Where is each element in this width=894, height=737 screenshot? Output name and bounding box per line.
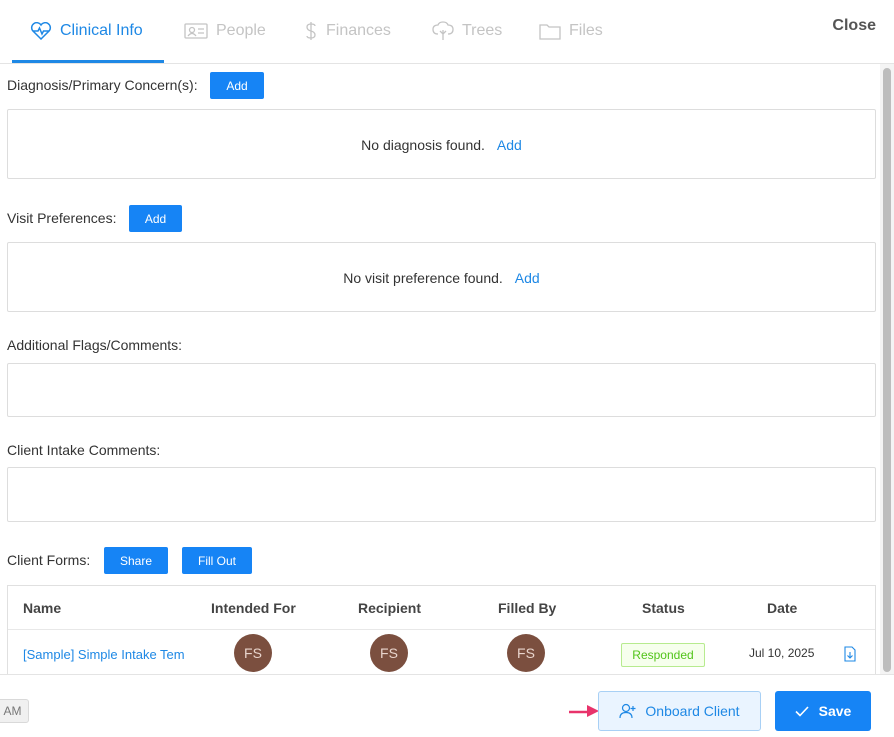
add-visit-preference-button[interactable]: Add [129,205,182,232]
tab-label: Files [569,22,603,39]
avatar-filled-by: FS [507,634,545,672]
heartbeat-icon [30,22,52,40]
column-header-date: Date [767,600,798,616]
tab-label: People [216,22,266,39]
add-diagnosis-link[interactable]: Add [497,137,522,153]
tab-trees[interactable]: Trees [432,0,502,62]
tab-bar: Clinical Info People Finances Trees File… [0,0,894,64]
intake-comments-textarea[interactable] [7,467,876,522]
column-header-intended-for: Intended For [211,600,296,616]
intake-comments-label: Client Intake Comments: [7,442,161,458]
flags-label: Additional Flags/Comments: [7,337,183,353]
tab-clinical-info[interactable]: Clinical Info [30,0,143,62]
diagnosis-empty-message: No diagnosis found. Add [8,137,875,153]
tab-files[interactable]: Files [539,0,603,62]
fill-out-button[interactable]: Fill Out [182,547,252,574]
add-user-icon [619,703,636,719]
avatar-recipient: FS [370,634,408,672]
add-diagnosis-button[interactable]: Add [210,72,264,99]
share-button[interactable]: Share [104,547,168,574]
column-header-name: Name [23,600,62,616]
tree-icon [432,21,454,40]
flags-textarea[interactable] [7,363,876,417]
save-label: Save [818,703,852,719]
empty-text: No visit preference found. [343,270,503,286]
arrow-icon [569,705,599,717]
diagnosis-label: Diagnosis/Primary Concern(s): [7,77,198,93]
client-forms-table: Name Intended For Recipient Filled By St… [7,585,876,675]
table-header-divider [8,629,875,630]
visit-preferences-empty-message: No visit preference found. Add [8,270,875,286]
tab-label: Trees [462,22,503,39]
form-date: Jul 10, 2025 [749,646,815,660]
check-icon [795,705,809,717]
tab-label: Finances [326,22,391,39]
scrollbar-thumb[interactable] [883,68,891,672]
column-header-recipient: Recipient [358,600,422,616]
column-header-filled-by: Filled By [498,600,557,616]
footer-bar: AM Onboard Client Save [0,674,894,737]
download-file-icon[interactable] [844,646,856,662]
visit-preferences-box: No visit preference found. Add [7,242,876,312]
tab-finances[interactable]: Finances [304,0,391,62]
add-visit-preference-link[interactable]: Add [515,270,540,286]
onboard-client-label: Onboard Client [645,703,740,719]
form-name-link[interactable]: [Sample] Simple Intake Template [23,647,185,662]
tab-label: Clinical Info [60,22,143,39]
column-header-status: Status [642,600,685,616]
am-chip: AM [0,699,29,723]
dollar-icon [306,22,316,40]
save-button[interactable]: Save [775,691,871,731]
active-tab-indicator [12,60,164,63]
close-button[interactable]: Close [832,17,876,35]
client-forms-label: Client Forms: [7,552,91,568]
visit-preferences-label: Visit Preferences: [7,210,117,226]
id-card-icon [184,23,208,39]
folder-icon [539,24,561,40]
tab-people[interactable]: People [184,0,266,62]
avatar-intended-for: FS [234,634,272,672]
diagnosis-box: No diagnosis found. Add [7,109,876,179]
status-badge: Responded [621,643,705,667]
onboard-client-button[interactable]: Onboard Client [598,691,761,731]
empty-text: No diagnosis found. [361,137,485,153]
